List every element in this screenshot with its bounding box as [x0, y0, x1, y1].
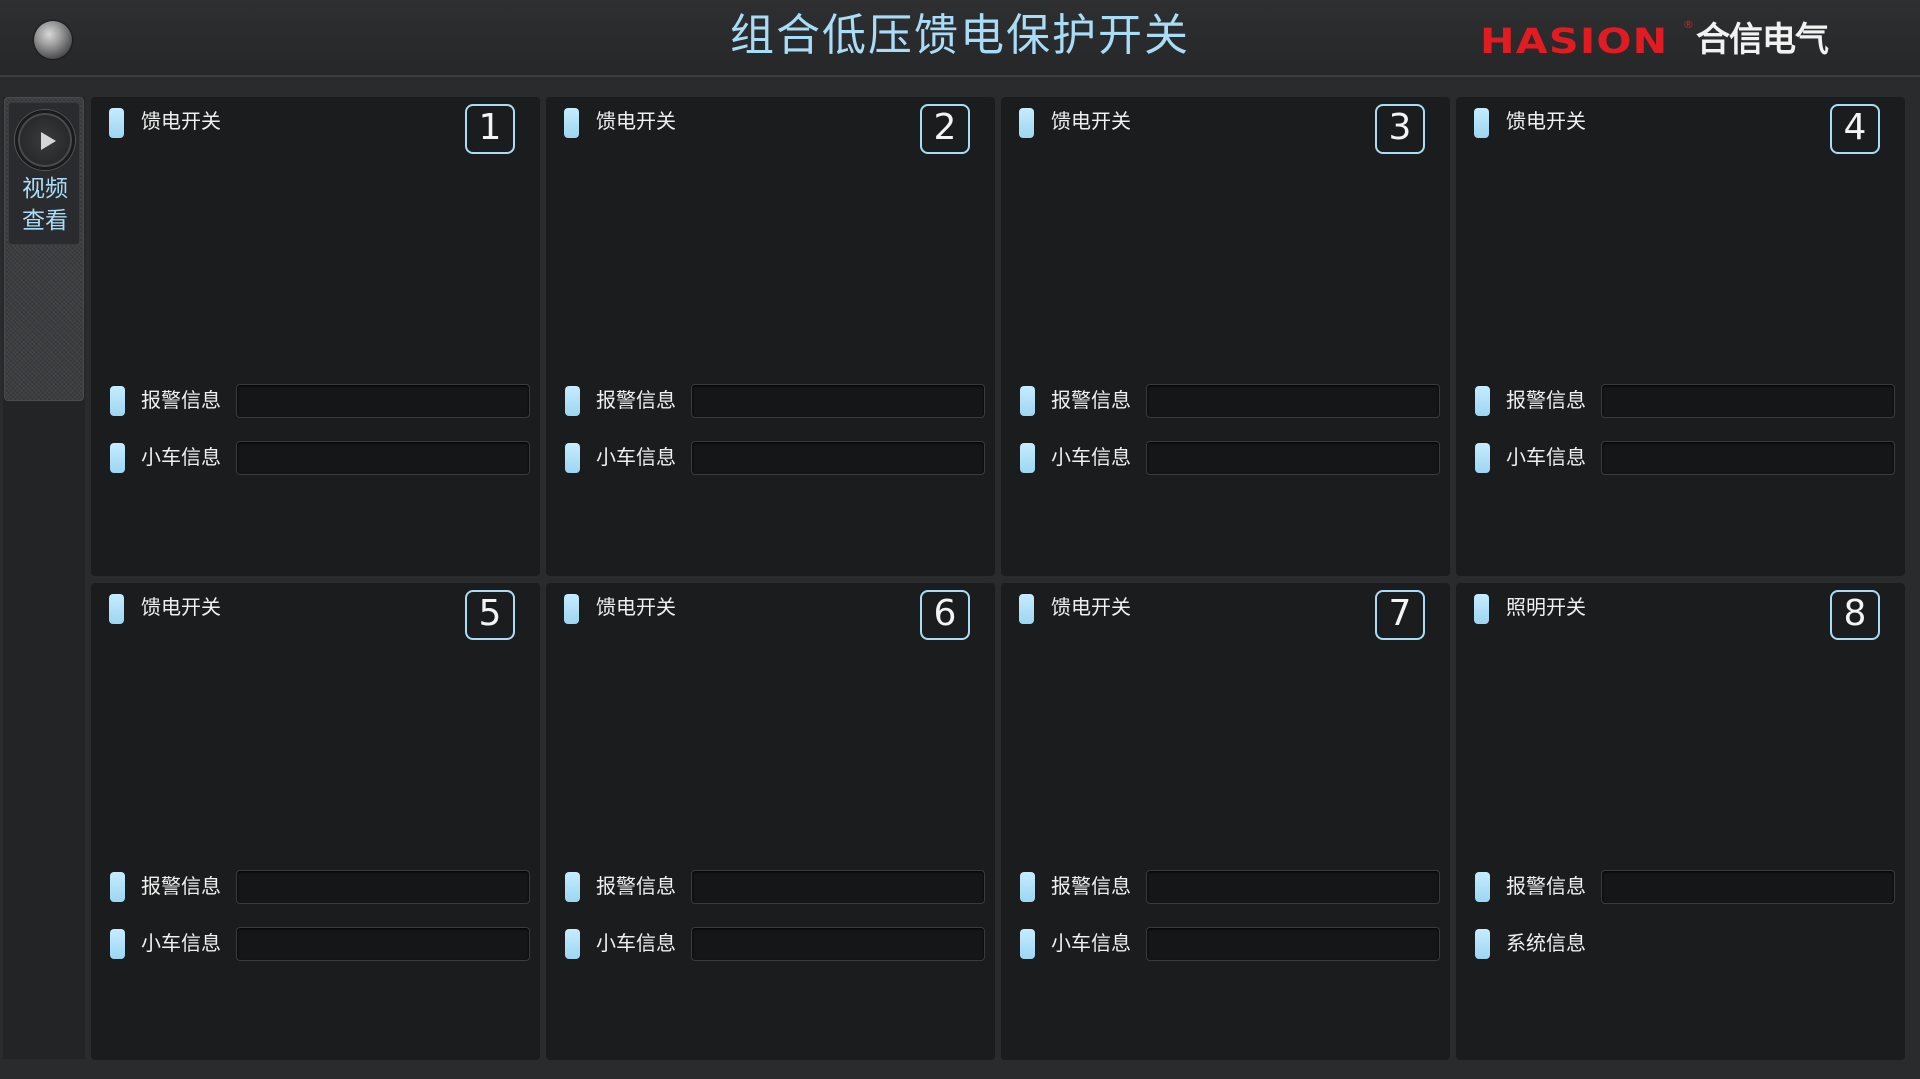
second-row-label: 小车信息 [1506, 445, 1586, 469]
cart-info-field [691, 441, 985, 475]
card-title: 馈电开关 [141, 109, 221, 133]
card-number-badge: 2 [920, 104, 970, 154]
alarm-info-field [1601, 384, 1895, 418]
second-row-label: 小车信息 [1051, 445, 1131, 469]
alarm-info-field [1146, 384, 1440, 418]
alarm-info-field [1146, 870, 1440, 904]
second-row-label: 小车信息 [1051, 931, 1131, 955]
cart-info-field [236, 927, 530, 961]
alarm-info-label: 报警信息 [141, 874, 221, 898]
alarm-marker-icon [1475, 872, 1490, 902]
second-row-marker-icon [1020, 929, 1035, 959]
card-title: 馈电开关 [1051, 109, 1131, 133]
alarm-info-label: 报警信息 [1051, 388, 1131, 412]
card-number-badge: 6 [920, 590, 970, 640]
title-marker-icon [564, 108, 579, 138]
card-number-badge: 5 [465, 590, 515, 640]
alarm-info-label: 报警信息 [1506, 388, 1586, 412]
card-number-badge: 3 [1375, 104, 1425, 154]
alarm-marker-icon [1020, 872, 1035, 902]
title-marker-icon [109, 108, 124, 138]
video-label-line1: 视频 [22, 176, 68, 202]
card-number-badge: 8 [1830, 590, 1880, 640]
switch-card-6[interactable]: 馈电开关 6 报警信息小车信息 [546, 583, 995, 1060]
alarm-marker-icon [110, 386, 125, 416]
card-title: 馈电开关 [596, 595, 676, 619]
logo-text-en: HASION [1480, 22, 1669, 62]
alarm-info-field [691, 870, 985, 904]
second-row-label: 小车信息 [596, 931, 676, 955]
card-title: 照明开关 [1506, 595, 1586, 619]
video-view-button[interactable]: 视频 查看 [8, 102, 80, 245]
second-row-marker-icon [1475, 443, 1490, 473]
card-number-badge: 1 [465, 104, 515, 154]
alarm-info-field [691, 384, 985, 418]
switch-card-4[interactable]: 馈电开关 4 报警信息小车信息 [1456, 97, 1905, 576]
logo-registered-mark: ® [1683, 18, 1694, 31]
header-bar: 组合低压馈电保护开关 HASION ® 合信电气 [0, 0, 1920, 77]
alarm-info-label: 报警信息 [596, 388, 676, 412]
title-marker-icon [1474, 108, 1489, 138]
title-marker-icon [1019, 594, 1034, 624]
logo-text-cn: 合信电气 [1696, 20, 1829, 60]
alarm-marker-icon [1020, 386, 1035, 416]
switch-card-3[interactable]: 馈电开关 3 报警信息小车信息 [1001, 97, 1450, 576]
second-row-marker-icon [110, 929, 125, 959]
card-title: 馈电开关 [1506, 109, 1586, 133]
alarm-info-field [236, 384, 530, 418]
play-icon [15, 110, 75, 170]
alarm-info-label: 报警信息 [596, 874, 676, 898]
second-row-label: 小车信息 [141, 931, 221, 955]
alarm-info-label: 报警信息 [1506, 874, 1586, 898]
switch-card-7[interactable]: 馈电开关 7 报警信息小车信息 [1001, 583, 1450, 1060]
cart-info-field [1146, 441, 1440, 475]
second-row-label: 小车信息 [596, 445, 676, 469]
card-title: 馈电开关 [1051, 595, 1131, 619]
video-label-line2: 查看 [22, 208, 68, 234]
alarm-info-label: 报警信息 [1051, 874, 1131, 898]
title-marker-icon [564, 594, 579, 624]
alarm-marker-icon [565, 386, 580, 416]
switch-card-8[interactable]: 照明开关 8 报警信息系统信息 [1456, 583, 1905, 1060]
second-row-label: 小车信息 [141, 445, 221, 469]
card-number-badge: 4 [1830, 104, 1880, 154]
cart-info-field [691, 927, 985, 961]
alarm-marker-icon [110, 872, 125, 902]
alarm-info-label: 报警信息 [141, 388, 221, 412]
alarm-marker-icon [1475, 386, 1490, 416]
alarm-info-field [1601, 870, 1895, 904]
title-marker-icon [109, 594, 124, 624]
second-row-marker-icon [110, 443, 125, 473]
title-marker-icon [1019, 108, 1034, 138]
card-title: 馈电开关 [596, 109, 676, 133]
card-number-badge: 7 [1375, 590, 1425, 640]
switch-card-1[interactable]: 馈电开关 1 报警信息小车信息 [91, 97, 540, 576]
alarm-info-field [236, 870, 530, 904]
second-row-marker-icon [1475, 929, 1490, 959]
switch-card-2[interactable]: 馈电开关 2 报警信息小车信息 [546, 97, 995, 576]
cart-info-field [1601, 441, 1895, 475]
switch-card-5[interactable]: 馈电开关 5 报警信息小车信息 [91, 583, 540, 1060]
cart-info-field [236, 441, 530, 475]
brand-logo: HASION ® 合信电气 [1480, 18, 1829, 62]
video-view-label: 视频 查看 [9, 173, 81, 237]
title-marker-icon [1474, 594, 1489, 624]
cart-info-field [1146, 927, 1440, 961]
second-row-marker-icon [565, 929, 580, 959]
alarm-marker-icon [565, 872, 580, 902]
card-title: 馈电开关 [141, 595, 221, 619]
second-row-label: 系统信息 [1506, 931, 1586, 955]
second-row-marker-icon [1020, 443, 1035, 473]
second-row-marker-icon [565, 443, 580, 473]
